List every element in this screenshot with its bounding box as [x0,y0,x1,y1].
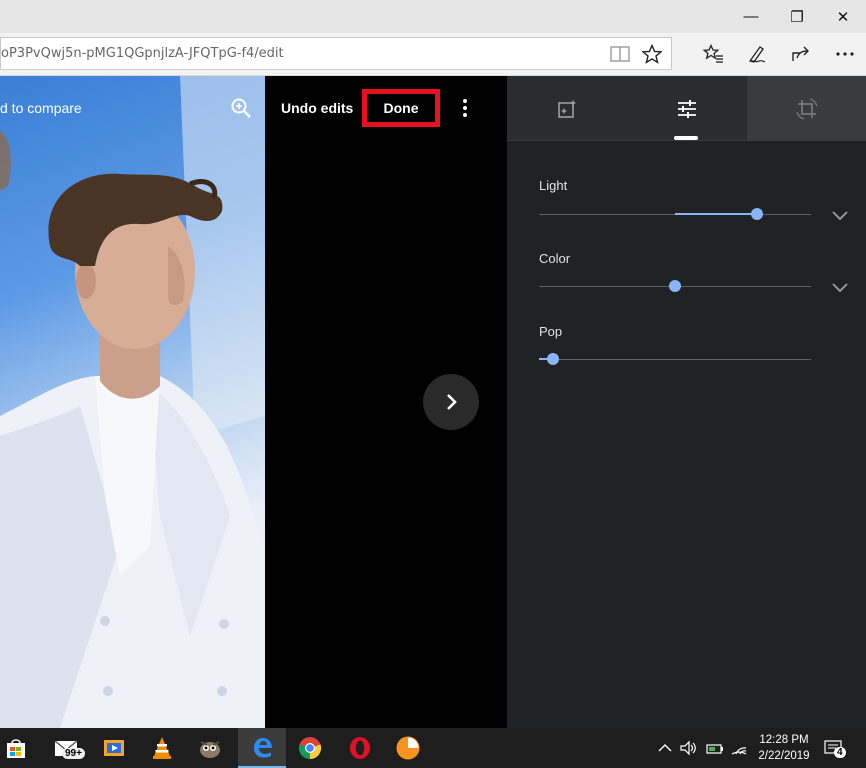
battery-icon[interactable] [706,740,724,756]
reading-view-icon[interactable] [605,39,635,69]
photo-preview[interactable]: d to compare [0,76,265,728]
notifications-icon[interactable]: 4 [824,740,850,758]
taskbar: 99+ 12:28 PM 2/22/2019 4 [0,728,866,768]
edge-icon[interactable] [238,728,286,768]
done-button[interactable]: Done [384,100,419,116]
wifi-icon[interactable] [730,740,748,756]
color-label: Color [539,251,571,266]
portrait-photo [0,76,265,728]
zoom-icon[interactable] [229,96,253,120]
clock-app-icon[interactable] [384,728,432,768]
more-icon[interactable] [830,39,860,69]
more-options-icon[interactable] [455,96,475,120]
adjust-sliders-icon [678,99,696,118]
chevron-up-icon[interactable] [657,740,675,756]
mail-badge: 99+ [62,748,85,759]
title-bar: — ❐ ✕ [0,0,866,33]
mail-icon[interactable]: 99+ [42,728,90,768]
favorite-star-icon[interactable] [637,39,667,69]
system-clock[interactable]: 12:28 PM 2/22/2019 [752,732,816,764]
volume-icon[interactable] [680,740,698,756]
edit-panel: Light Color Pop [507,76,866,728]
notifications-badge: 4 [834,747,846,758]
chevron-right-icon [447,394,457,410]
next-photo-button[interactable] [423,374,479,430]
chrome-icon[interactable] [286,728,334,768]
vlc-icon[interactable] [138,728,186,768]
tab-adjust[interactable] [627,76,747,141]
pen-icon[interactable] [742,39,772,69]
favorites-list-icon[interactable] [698,39,728,69]
tab-crop-rotate[interactable] [747,76,866,141]
editor-center-pane: Undo edits Done [265,76,507,728]
clock-date: 2/22/2019 [758,750,810,762]
color-expand-chevron-down-icon[interactable] [831,280,849,293]
done-highlight-box: Done [362,89,440,127]
media-player-icon[interactable] [90,728,138,768]
opera-icon[interactable] [336,728,384,768]
light-slider[interactable] [539,208,811,220]
address-text: oP3PvQwj5n-pMG1QGpnjlzA-JFQTpG-f4/edit [1,46,284,61]
gimp-icon[interactable] [186,728,234,768]
maximize-button[interactable]: ❐ [774,0,820,33]
color-slider[interactable] [539,280,811,292]
edit-tabs [507,76,866,141]
undo-edits-button[interactable]: Undo edits [281,100,353,116]
pop-slider[interactable] [539,353,811,365]
minimize-button[interactable]: — [728,0,774,33]
close-button[interactable]: ✕ [820,0,866,33]
active-tab-indicator [674,136,698,140]
browser-toolbar: oP3PvQwj5n-pMG1QGpnjlzA-JFQTpG-f4/edit [0,33,866,76]
light-expand-chevron-down-icon[interactable] [831,208,849,221]
color-slider-knob[interactable] [669,280,681,292]
clock-time: 12:28 PM [759,734,809,746]
crop-rotate-icon [795,97,818,120]
pop-slider-knob[interactable] [546,353,559,365]
light-slider-fill [675,213,757,215]
compare-hint-text: d to compare [0,100,82,116]
pop-label: Pop [539,324,563,339]
light-label: Light [539,178,568,193]
auto-enhance-icon [558,99,576,118]
tab-auto-enhance[interactable] [507,76,627,141]
address-bar[interactable]: oP3PvQwj5n-pMG1QGpnjlzA-JFQTpG-f4/edit [0,37,672,70]
light-slider-knob[interactable] [750,208,763,220]
store-icon[interactable] [0,728,40,768]
share-icon[interactable] [786,39,816,69]
